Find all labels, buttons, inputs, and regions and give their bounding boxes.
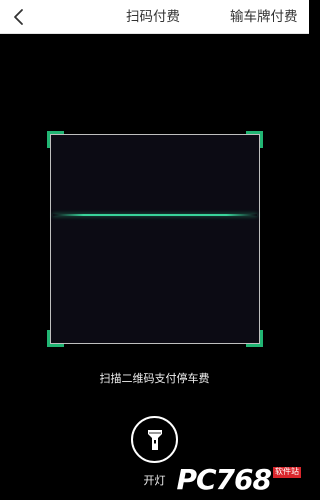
top-bar: 扫码付费 输车牌付费 [0,0,309,34]
chevron-left-icon [14,9,23,25]
watermark-tag: 软件站 [273,467,301,478]
scan-line [53,214,257,216]
flashlight-icon [147,429,162,450]
scan-corner-bottom-right [246,330,263,347]
scan-corner-top-left [47,131,64,148]
back-button[interactable] [4,2,32,32]
scan-hint-text: 扫描二维码支付停车费 [99,372,210,385]
scan-frame [47,131,263,347]
watermark-text: PC768 [176,463,272,496]
scan-corner-top-right [246,131,263,148]
tab-plate-pay[interactable]: 输车牌付费 [230,0,298,34]
scan-area [50,134,260,344]
watermark-logo: PC768 软件站 [176,466,301,494]
tab-scan-pay[interactable]: 扫码付费 [126,0,180,34]
scan-corner-bottom-left [47,330,64,347]
flashlight-button[interactable] [131,416,178,463]
flashlight-label: 开灯 [143,474,166,487]
